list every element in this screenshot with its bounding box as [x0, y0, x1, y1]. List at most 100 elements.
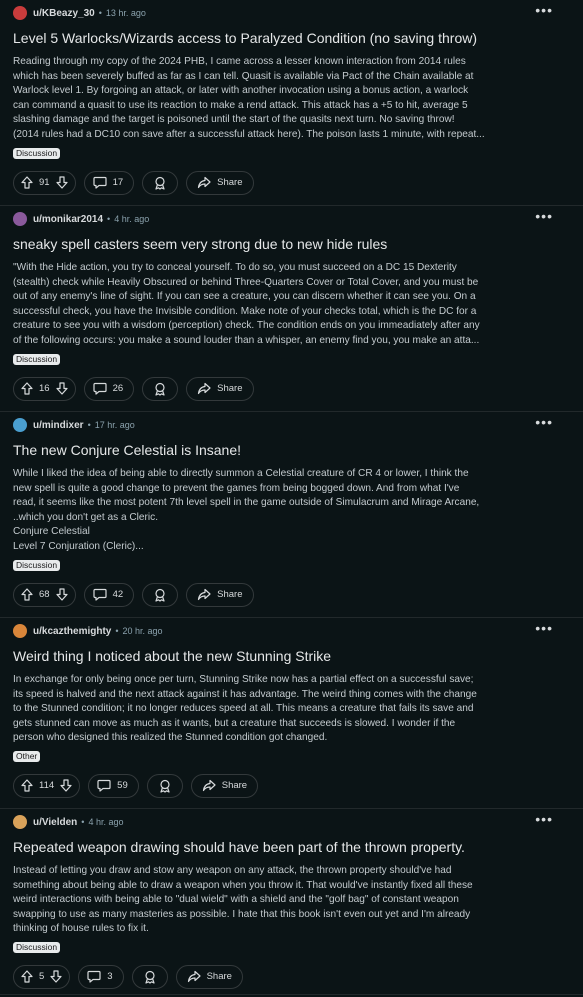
comment-count: 42 [112, 589, 124, 601]
post-card[interactable]: u/Vielden • 4 hr. ago ••• Repeated weapo… [0, 809, 583, 995]
upvote-icon[interactable] [21, 176, 33, 189]
comment-count: 26 [112, 383, 124, 395]
share-icon [197, 382, 211, 395]
share-label: Share [221, 780, 248, 792]
comment-count: 17 [112, 177, 124, 189]
post-body[interactable]: Instead of letting you draw and stow any… [13, 864, 570, 937]
share-button[interactable]: Share [186, 582, 254, 607]
downvote-icon[interactable] [55, 382, 68, 395]
post-title[interactable]: The new Conjure Celestial is Insane! [13, 442, 570, 459]
share-button[interactable]: Share [186, 170, 254, 195]
share-button[interactable]: Share [186, 376, 254, 401]
post-title[interactable]: Repeated weapon drawing should have been… [13, 839, 570, 856]
post-meta: u/KBeazy_30 • 13 hr. ago [13, 0, 570, 24]
more-options-icon[interactable]: ••• [535, 812, 553, 826]
comment-count: 3 [107, 971, 113, 983]
more-options-icon[interactable]: ••• [535, 415, 553, 429]
award-icon [153, 176, 167, 190]
user-avatar[interactable] [13, 418, 27, 432]
award-icon [158, 779, 172, 793]
post-author[interactable]: u/kcazthemighty [33, 626, 111, 637]
meta-separator: • [115, 626, 119, 636]
post-body[interactable]: In exchange for only being once per turn… [13, 673, 570, 746]
post-card[interactable]: u/KBeazy_30 • 13 hr. ago ••• Level 5 War… [0, 0, 583, 206]
more-options-icon[interactable]: ••• [535, 209, 553, 223]
post-author[interactable]: u/KBeazy_30 [33, 8, 95, 19]
user-avatar[interactable] [13, 6, 27, 20]
downvote-icon[interactable] [55, 176, 68, 189]
post-time: 4 hr. ago [114, 214, 150, 224]
user-avatar[interactable] [13, 624, 27, 638]
award-button[interactable] [142, 376, 179, 401]
post-time: 13 hr. ago [105, 8, 146, 18]
comment-icon [92, 588, 107, 601]
share-label: Share [217, 177, 243, 189]
comment-icon [87, 970, 101, 984]
post-flair[interactable]: Discussion [13, 353, 61, 365]
user-avatar[interactable] [13, 212, 27, 226]
post-card[interactable]: u/mindixer • 17 hr. ago ••• The new Conj… [0, 412, 583, 618]
award-icon [143, 970, 157, 984]
post-author[interactable]: u/mindixer [33, 420, 84, 431]
post-title[interactable]: sneaky spell casters seem very strong du… [13, 236, 570, 253]
post-meta: u/monikar2014 • 4 hr. ago [13, 206, 570, 230]
award-button[interactable] [142, 582, 179, 607]
post-actions: 91 17 Share [13, 170, 570, 195]
award-button[interactable] [146, 773, 183, 798]
vote-count: 114 [39, 780, 55, 792]
vote-control: 114 [13, 773, 81, 798]
post-meta: u/kcazthemighty • 20 hr. ago [13, 618, 570, 642]
post-flair[interactable]: Discussion [13, 559, 61, 571]
post-card[interactable]: u/monikar2014 • 4 hr. ago ••• sneaky spe… [0, 206, 583, 412]
more-options-icon[interactable]: ••• [535, 621, 553, 635]
downvote-icon[interactable] [60, 779, 72, 793]
post-flair[interactable]: Other [13, 750, 41, 762]
more-options-icon[interactable]: ••• [535, 3, 553, 17]
share-icon [202, 779, 216, 792]
meta-separator: • [87, 420, 91, 430]
upvote-icon[interactable] [21, 970, 33, 984]
post-time: 4 hr. ago [88, 817, 124, 827]
vote-control: 91 [13, 170, 76, 195]
share-label: Share [206, 971, 232, 983]
upvote-icon[interactable] [21, 382, 33, 395]
meta-separator: • [81, 817, 85, 827]
comments-button[interactable]: 59 [88, 773, 139, 798]
downvote-icon[interactable] [50, 970, 62, 984]
vote-count: 68 [39, 589, 50, 601]
post-body[interactable]: Reading through my copy of the 2024 PHB,… [13, 55, 570, 143]
post-author[interactable]: u/monikar2014 [33, 214, 103, 225]
share-button[interactable]: Share [190, 773, 259, 798]
upvote-icon[interactable] [21, 588, 33, 601]
award-button[interactable] [142, 170, 179, 195]
user-avatar[interactable] [13, 815, 27, 829]
award-icon [153, 382, 167, 396]
post-body[interactable]: "With the Hide action, you try to concea… [13, 261, 570, 349]
share-icon [187, 970, 201, 983]
comments-button[interactable]: 26 [83, 376, 135, 401]
share-button[interactable]: Share [175, 964, 243, 989]
post-card[interactable]: u/kcazthemighty • 20 hr. ago ••• Weird t… [0, 618, 583, 809]
upvote-icon[interactable] [21, 779, 33, 793]
award-button[interactable] [131, 964, 168, 989]
post-author[interactable]: u/Vielden [33, 817, 77, 828]
post-title[interactable]: Level 5 Warlocks/Wizards access to Paral… [13, 30, 570, 47]
vote-count: 5 [39, 971, 45, 983]
post-actions: 114 59 Share [13, 773, 570, 798]
comments-button[interactable]: 17 [83, 170, 135, 195]
post-actions: 16 26 Share [13, 376, 570, 401]
meta-separator: • [98, 8, 102, 18]
comments-button[interactable]: 3 [78, 964, 124, 989]
comment-icon [92, 382, 107, 395]
post-body[interactable]: While I liked the idea of being able to … [13, 467, 570, 555]
post-time: 20 hr. ago [122, 626, 163, 636]
post-flair[interactable]: Discussion [13, 941, 61, 953]
post-title[interactable]: Weird thing I noticed about the new Stun… [13, 648, 570, 665]
vote-control: 5 [13, 964, 71, 989]
comments-button[interactable]: 42 [83, 582, 135, 607]
post-flair[interactable]: Discussion [13, 147, 61, 159]
downvote-icon[interactable] [55, 588, 68, 601]
post-feed: u/KBeazy_30 • 13 hr. ago ••• Level 5 War… [0, 0, 583, 995]
vote-control: 16 [13, 376, 76, 401]
vote-count: 91 [39, 177, 50, 189]
